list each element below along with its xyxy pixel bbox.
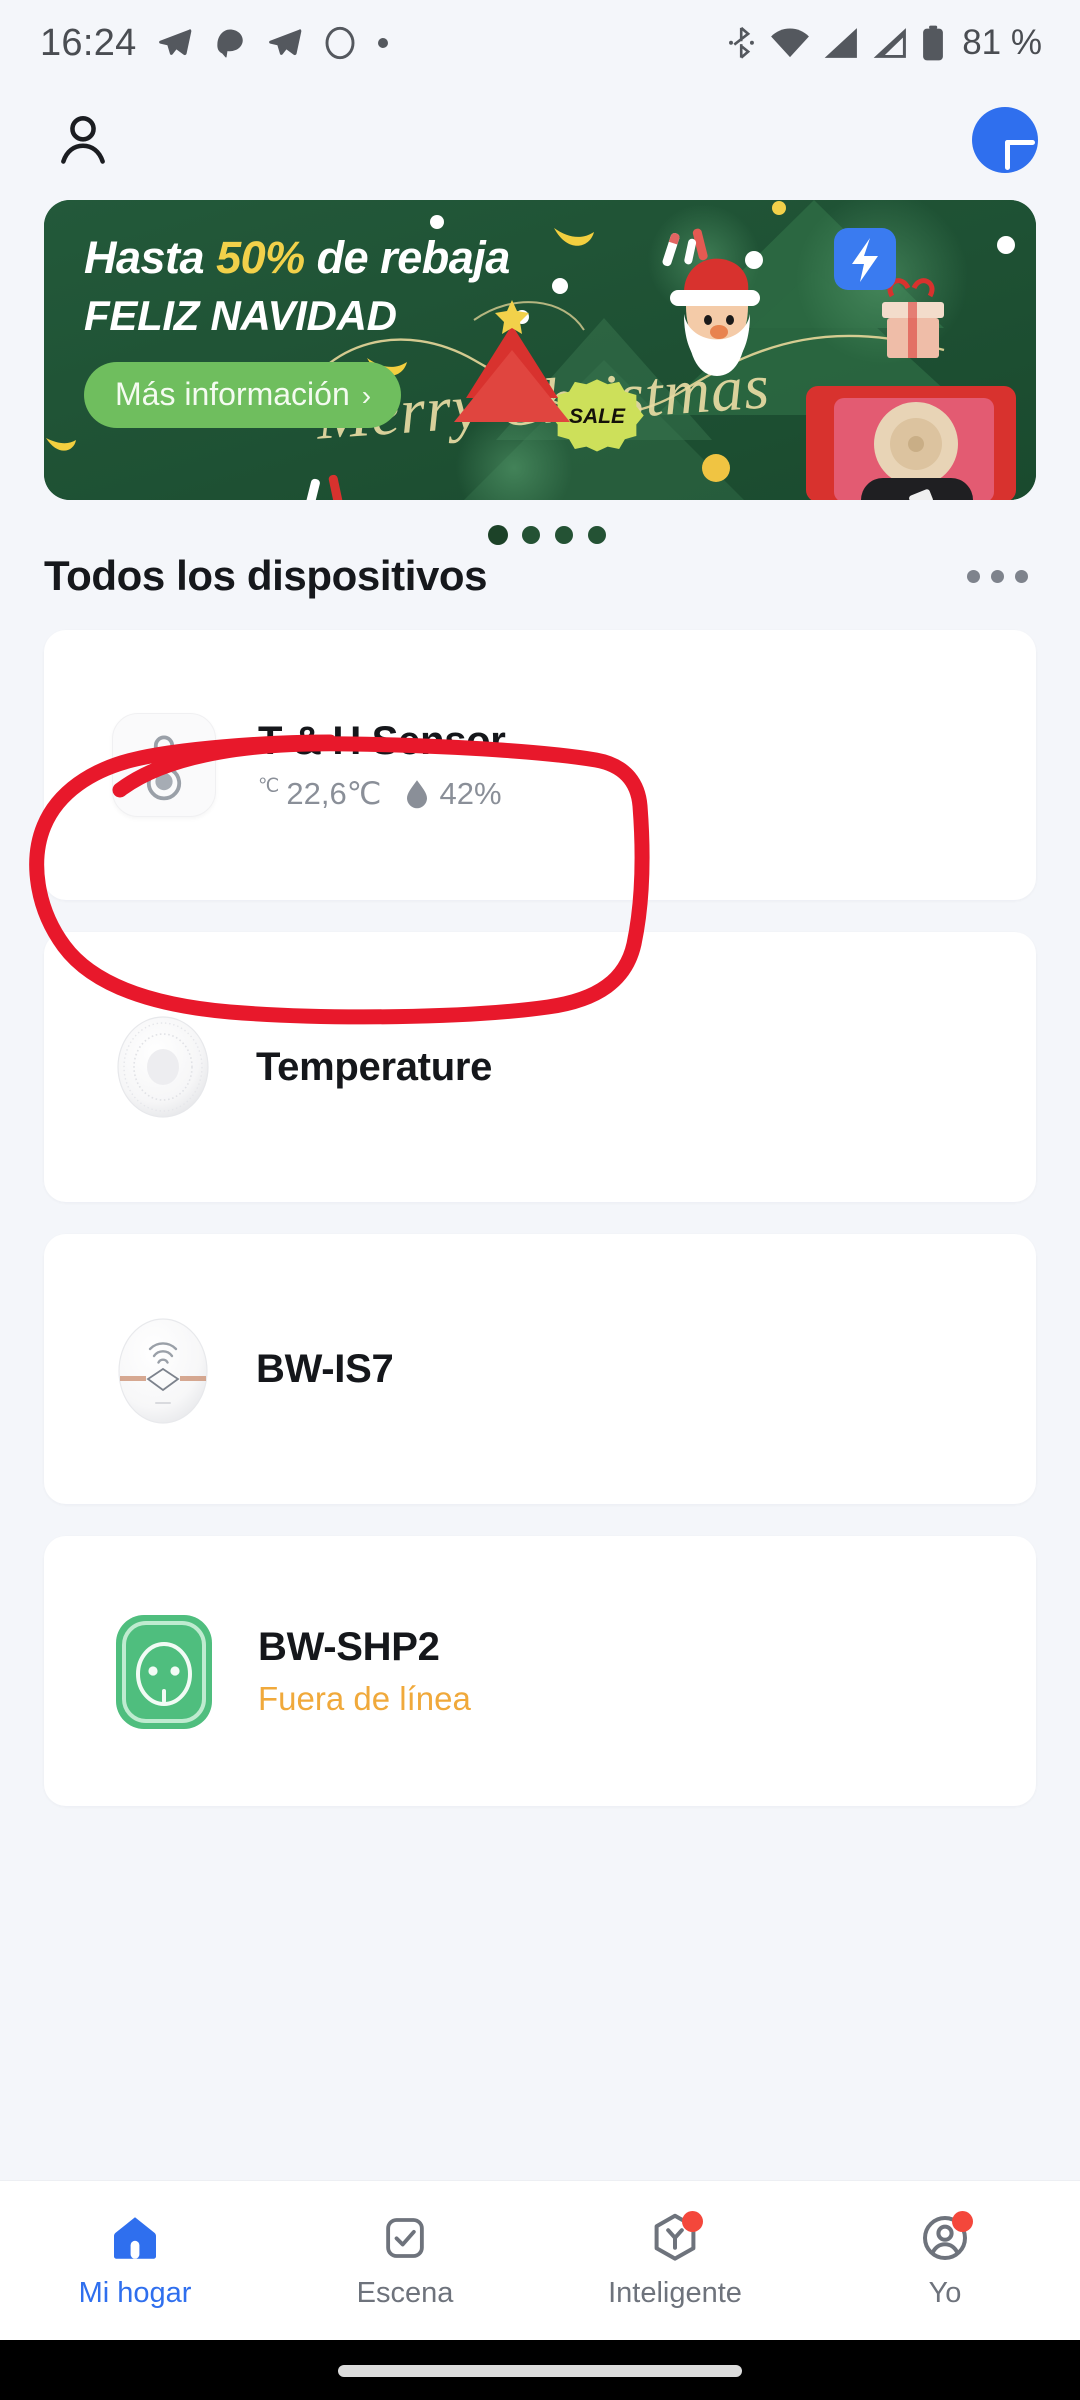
device-name: BW-SHP2 bbox=[258, 1624, 440, 1669]
page-title: Todos los dispositivos bbox=[44, 552, 488, 599]
device-name: T & H Sensor bbox=[258, 718, 506, 763]
dot-icon bbox=[376, 36, 390, 50]
temperature-value: 22,6℃ bbox=[286, 775, 382, 811]
telegram-icon bbox=[156, 24, 194, 62]
round-sensor-icon bbox=[112, 1015, 214, 1119]
shield-y-icon bbox=[647, 2210, 703, 2264]
notification-badge bbox=[952, 2210, 973, 2232]
nav-label: Escena bbox=[356, 2276, 454, 2309]
person-icon bbox=[52, 109, 114, 171]
status-time: 16:24 bbox=[40, 21, 137, 64]
device-name: BW-IS7 bbox=[256, 1346, 394, 1391]
device-card-th-sensor[interactable]: T & H Sensor ℃ 22,6℃ 42% bbox=[44, 630, 1036, 900]
account-circle-icon bbox=[917, 2210, 973, 2264]
device-name: Temperature bbox=[256, 1044, 493, 1089]
thermometer-icon bbox=[112, 713, 216, 817]
bluetooth-icon bbox=[727, 26, 757, 60]
device-text-block: BW-IS7 bbox=[256, 1346, 394, 1392]
more-horizontal-icon[interactable] bbox=[961, 556, 1034, 597]
battery-icon bbox=[921, 25, 945, 61]
chat-bubble-icon bbox=[213, 26, 247, 60]
battery-percent: 81 % bbox=[962, 23, 1042, 62]
nav-label: Yo bbox=[928, 2276, 962, 2309]
smoke-detector-icon bbox=[112, 1317, 214, 1424]
device-text-block: Temperature bbox=[256, 1045, 492, 1090]
nav-label: Inteligente bbox=[608, 2276, 742, 2309]
nav-item-yo[interactable]: Yo bbox=[810, 2181, 1080, 2340]
banner-cta-label: Más información bbox=[115, 376, 350, 413]
status-bar-left: 16:24 bbox=[40, 22, 390, 65]
nav-item-inteligente[interactable]: Inteligente bbox=[540, 2181, 810, 2340]
add-device-button[interactable] bbox=[972, 107, 1038, 173]
device-status: Fuera de línea bbox=[258, 1679, 471, 1717]
device-card-bw-shp2[interactable]: BW-SHP2 Fuera de línea bbox=[44, 1536, 1036, 1806]
signal-icon bbox=[823, 27, 859, 59]
banner-subheadline: FELIZ NAVIDAD bbox=[84, 292, 397, 340]
promo-banner-container: Merry Christmas SALE bbox=[0, 200, 1080, 500]
notification-badge bbox=[682, 2210, 703, 2232]
system-gesture-bar bbox=[0, 2340, 1080, 2400]
status-bar: 16:24 81 % bbox=[0, 0, 1080, 86]
bottom-navigation: Mi hogar Escena Inteligente Yo bbox=[0, 2180, 1080, 2340]
celsius-symbol-icon: ℃ bbox=[258, 776, 280, 797]
humidity-value: 42% bbox=[439, 775, 502, 811]
device-card-temperature[interactable]: Temperature bbox=[44, 932, 1036, 1202]
banner-discount-value: 50% bbox=[216, 232, 305, 283]
banner-headline: Hasta 50% de rebaja bbox=[84, 234, 1036, 281]
nav-item-mi-hogar[interactable]: Mi hogar bbox=[0, 2181, 270, 2340]
telegram-icon bbox=[266, 24, 304, 62]
banner-content: Hasta 50% de rebaja FELIZ NAVIDAD Más in… bbox=[44, 200, 1036, 429]
smart-plug-icon bbox=[112, 1611, 216, 1731]
check-square-icon bbox=[377, 2212, 433, 2264]
nav-item-escena[interactable]: Escena bbox=[270, 2181, 540, 2340]
status-bar-right: 81 % bbox=[727, 23, 1042, 63]
banner-headline-prefix: Hasta bbox=[84, 232, 217, 283]
profile-button[interactable] bbox=[52, 109, 114, 171]
device-card-bw-is7[interactable]: BW-IS7 bbox=[44, 1234, 1036, 1504]
app-header bbox=[0, 86, 1080, 194]
water-drop-icon bbox=[405, 779, 429, 809]
banner-pagination[interactable] bbox=[488, 523, 618, 552]
circle-outline-icon bbox=[323, 25, 357, 61]
chevron-right-icon: › bbox=[361, 379, 372, 411]
device-readings: ℃ 22,6℃ 42% bbox=[258, 776, 506, 812]
wifi-icon bbox=[770, 27, 810, 59]
device-text-block: T & H Sensor ℃ 22,6℃ 42% bbox=[258, 719, 506, 812]
signal-icon bbox=[872, 27, 908, 59]
device-list: T & H Sensor ℃ 22,6℃ 42% Temperature BW-… bbox=[0, 630, 1080, 1806]
home-icon bbox=[107, 2212, 163, 2264]
section-header: Todos los dispositivos bbox=[0, 548, 1080, 604]
promo-banner[interactable]: Merry Christmas SALE bbox=[44, 200, 1036, 500]
nav-label: Mi hogar bbox=[78, 2276, 192, 2309]
banner-headline-suffix: de rebaja bbox=[304, 232, 511, 283]
gesture-pill[interactable] bbox=[338, 2365, 742, 2377]
banner-cta-button[interactable]: Más información › bbox=[84, 362, 402, 429]
device-text-block: BW-SHP2 Fuera de línea bbox=[258, 1625, 471, 1718]
